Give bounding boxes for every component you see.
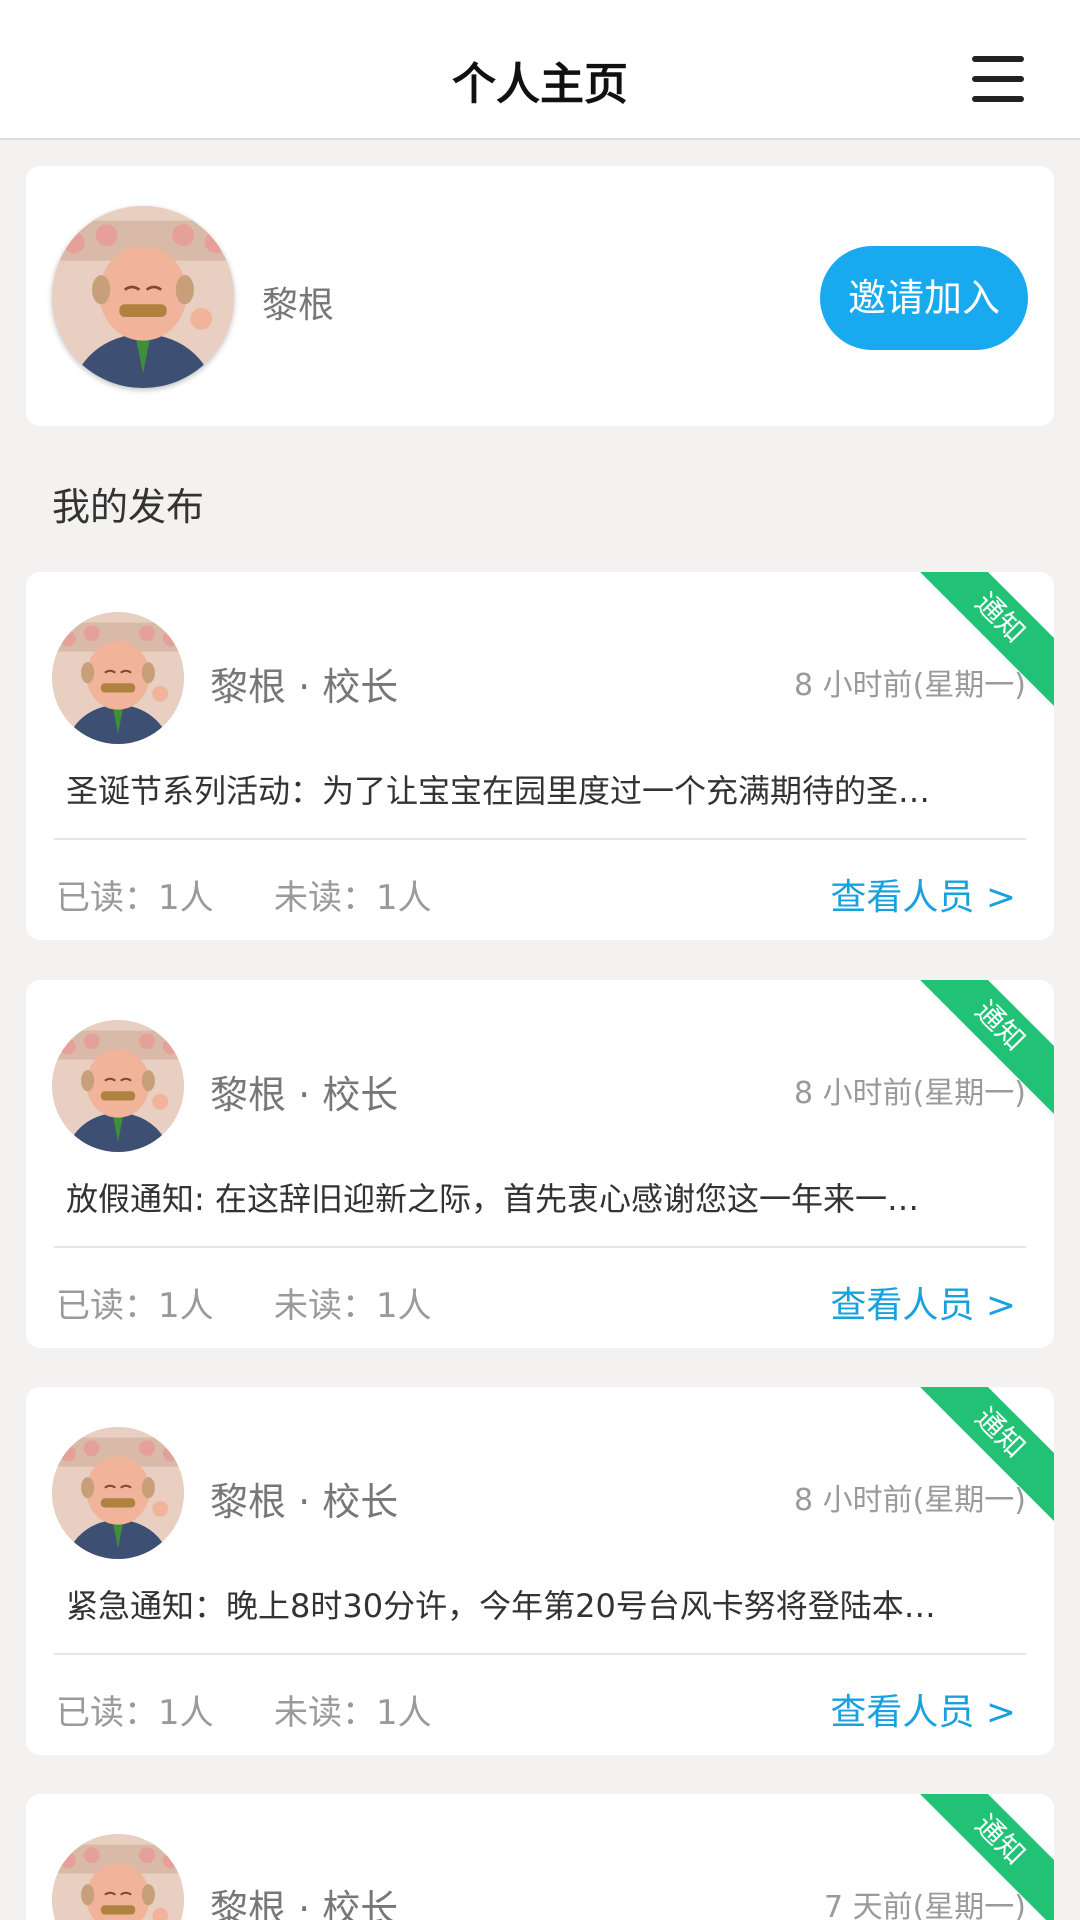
divider	[54, 838, 1026, 840]
profile-name: 黎根	[262, 285, 335, 326]
hamburger-menu-icon[interactable]	[972, 56, 1028, 106]
read-count: 已读：1人	[56, 1693, 214, 1733]
post-card[interactable]: 通知 黎根 · 校长 7 天前(星期一)	[26, 1794, 1054, 1920]
post-content[interactable]: 放假通知: 在这辞旧迎新之际，首先衷心感谢您这一年来一…	[66, 1174, 1026, 1220]
author-avatar	[52, 612, 184, 744]
section-title: 我的发布	[52, 485, 205, 529]
post-content[interactable]: 圣诞节系列活动：为了让宝宝在园里度过一个充满期待的圣…	[66, 766, 1026, 812]
author-name: 黎根 · 校长	[210, 1887, 399, 1920]
post-time: 8 小时前(星期一)	[793, 1076, 1026, 1111]
divider	[54, 1246, 1026, 1248]
author-name: 黎根 · 校长	[210, 1480, 399, 1524]
post-card[interactable]: 通知 黎根 · 校长 8 小时前(星期一) 放假通知: 在这辞旧迎新之际，首先衷…	[26, 980, 1054, 1348]
unread-count: 未读：1人	[274, 878, 432, 918]
profile-card: 黎根 邀请加入	[26, 166, 1054, 426]
read-count: 已读：1人	[56, 878, 214, 918]
post-time: 7 天前(星期一)	[823, 1890, 1026, 1920]
author-name: 黎根 · 校长	[210, 665, 399, 709]
page-title: 个人主页	[452, 59, 628, 110]
author-avatar	[52, 1020, 184, 1152]
view-people-link[interactable]: 查看人员 >	[830, 1683, 1016, 1735]
unread-count: 未读：1人	[274, 1693, 432, 1733]
view-people-link[interactable]: 查看人员 >	[830, 1276, 1016, 1328]
divider	[54, 1653, 1026, 1655]
author-name: 黎根 · 校长	[210, 1073, 399, 1117]
top-bar: 个人主页	[0, 0, 1080, 140]
post-time: 8 小时前(星期一)	[793, 668, 1026, 703]
author-avatar	[52, 1427, 184, 1559]
invite-button[interactable]: 邀请加入	[820, 246, 1028, 350]
post-card[interactable]: 通知 黎根 · 校长 8 小时前(星期一) 紧急通知：晚上8时30分许，今年第2…	[26, 1387, 1054, 1755]
post-card[interactable]: 通知 黎根 · 校长 8 小时前(星期一) 圣诞节系列活动：为了让宝宝在园里度过…	[26, 572, 1054, 940]
post-time: 8 小时前(星期一)	[793, 1483, 1026, 1518]
author-avatar	[52, 1834, 184, 1920]
avatar[interactable]	[52, 206, 234, 388]
unread-count: 未读：1人	[274, 1286, 432, 1326]
read-count: 已读：1人	[56, 1286, 214, 1326]
view-people-link[interactable]: 查看人员 >	[830, 868, 1016, 920]
post-content[interactable]: 紧急通知：晚上8时30分许，今年第20号台风卡努将登陆本…	[66, 1581, 1026, 1627]
